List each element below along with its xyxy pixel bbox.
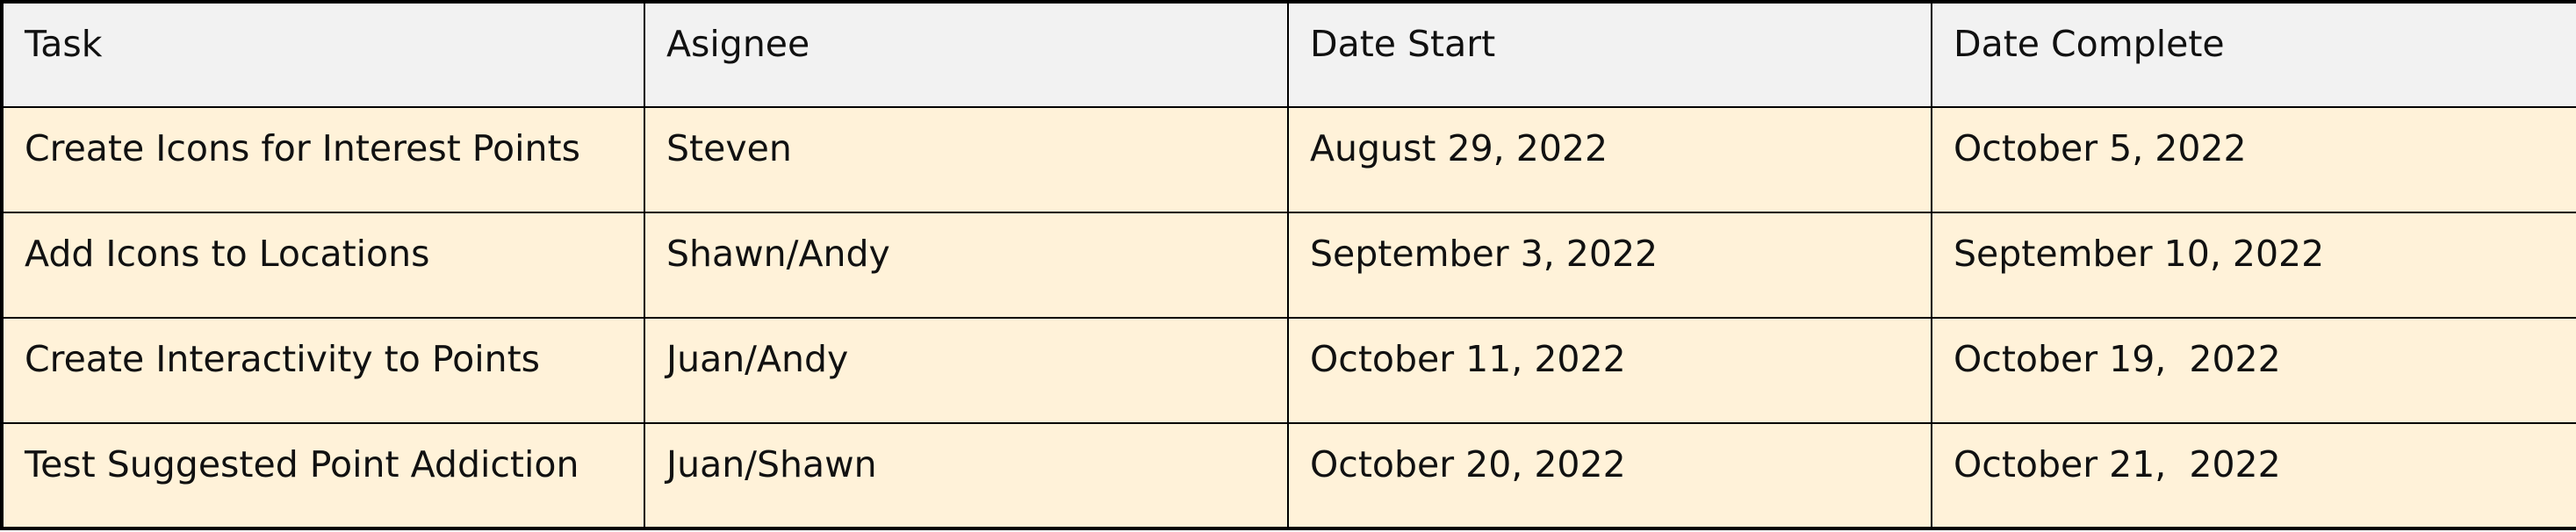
cell-date-start: September 3, 2022 — [1287, 212, 1932, 319]
cell-date-start: October 11, 2022 — [1287, 317, 1932, 424]
cell-task: Create Interactivity to Points — [1, 317, 645, 424]
cell-assignee: Juan/Andy — [644, 317, 1289, 424]
cell-date-start: October 20, 2022 — [1287, 422, 1932, 529]
cell-assignee: Shawn/Andy — [644, 212, 1289, 319]
table-row: Add Icons to Locations Shawn/Andy Septem… — [1, 212, 2576, 319]
cell-date-complete: October 21, 2022 — [1931, 422, 2576, 529]
cell-task: Test Suggested Point Addiction — [1, 422, 645, 529]
table-row: Create Icons for Interest Points Steven … — [1, 106, 2576, 213]
cell-task: Add Icons to Locations — [1, 212, 645, 319]
document-page: Task Asignee Date Start Date Complete Cr… — [0, 0, 2576, 532]
cell-date-start: August 29, 2022 — [1287, 106, 1932, 213]
cell-assignee: Steven — [644, 106, 1289, 213]
cell-date-complete: October 5, 2022 — [1931, 106, 2576, 213]
task-schedule-table: Task Asignee Date Start Date Complete Cr… — [0, 0, 2576, 530]
cell-task: Create Icons for Interest Points — [1, 106, 645, 213]
header-date-complete: Date Complete — [1931, 1, 2576, 108]
table-row: Create Interactivity to Points Juan/Andy… — [1, 317, 2576, 424]
header-date-start: Date Start — [1287, 1, 1932, 108]
table-row: Test Suggested Point Addiction Juan/Shaw… — [1, 422, 2576, 529]
header-assignee: Asignee — [644, 1, 1289, 108]
cell-date-complete: October 19, 2022 — [1931, 317, 2576, 424]
cell-assignee: Juan/Shawn — [644, 422, 1289, 529]
header-task: Task — [1, 1, 645, 108]
cell-date-complete: September 10, 2022 — [1931, 212, 2576, 319]
table-header-row: Task Asignee Date Start Date Complete — [1, 1, 2576, 108]
